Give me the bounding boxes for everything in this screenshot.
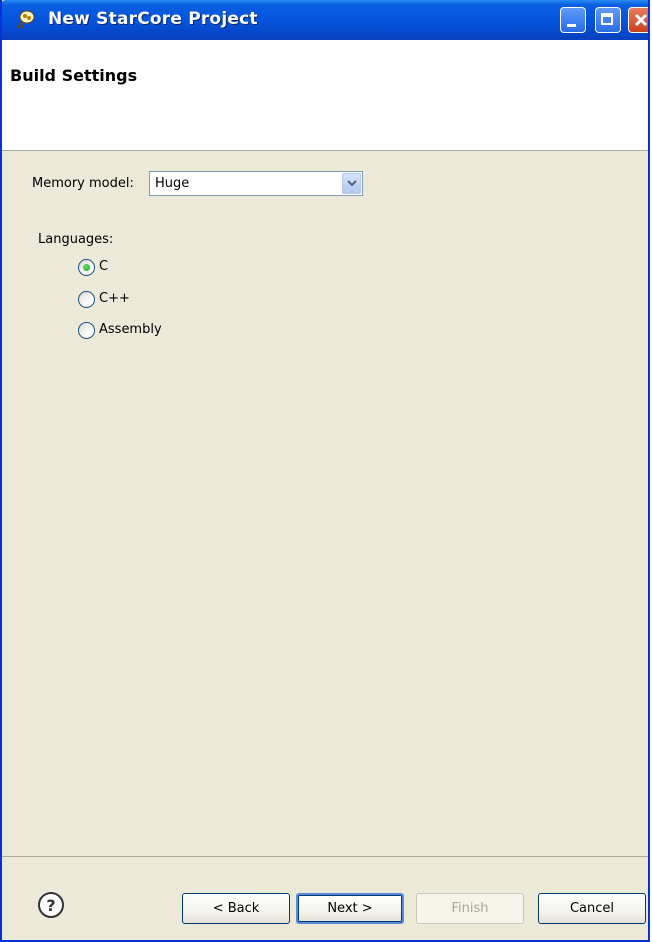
languages-label: Languages: (38, 232, 114, 247)
radio-c[interactable] (78, 259, 95, 276)
close-button[interactable] (628, 7, 648, 33)
radio-assembly[interactable] (78, 322, 95, 339)
next-button[interactable]: Next > (296, 893, 404, 924)
radio-cpp[interactable] (78, 291, 95, 308)
close-icon (634, 13, 648, 27)
back-button[interactable]: < Back (182, 893, 290, 924)
memory-model-label: Memory model: (32, 176, 134, 191)
minimize-icon (567, 24, 576, 27)
radio-cpp-label[interactable]: C++ (99, 291, 130, 306)
starcore-project-icon (16, 9, 38, 29)
radio-assembly-label[interactable]: Assembly (99, 322, 162, 337)
window-title: New StarCore Project (48, 9, 258, 29)
minimize-button[interactable] (560, 7, 586, 33)
chevron-down-icon (347, 180, 357, 187)
cancel-button[interactable]: Cancel (538, 893, 646, 924)
finish-button[interactable]: Finish (416, 893, 524, 924)
title-bar[interactable]: New StarCore Project (2, 0, 648, 40)
dropdown-button[interactable] (342, 173, 361, 194)
radio-c-label[interactable]: C (99, 259, 108, 274)
help-icon[interactable]: ? (37, 891, 65, 919)
svg-text:?: ? (46, 896, 55, 915)
maximize-icon (601, 13, 613, 25)
wizard-header: Build Settings (2, 40, 648, 151)
maximize-button[interactable] (595, 7, 621, 33)
memory-model-value: Huge (155, 176, 190, 191)
page-title: Build Settings (10, 66, 138, 85)
memory-model-select[interactable]: Huge (149, 171, 363, 196)
new-starcore-project-dialog: New StarCore Project Build Settings Memo… (0, 0, 650, 942)
footer-divider (2, 856, 648, 857)
